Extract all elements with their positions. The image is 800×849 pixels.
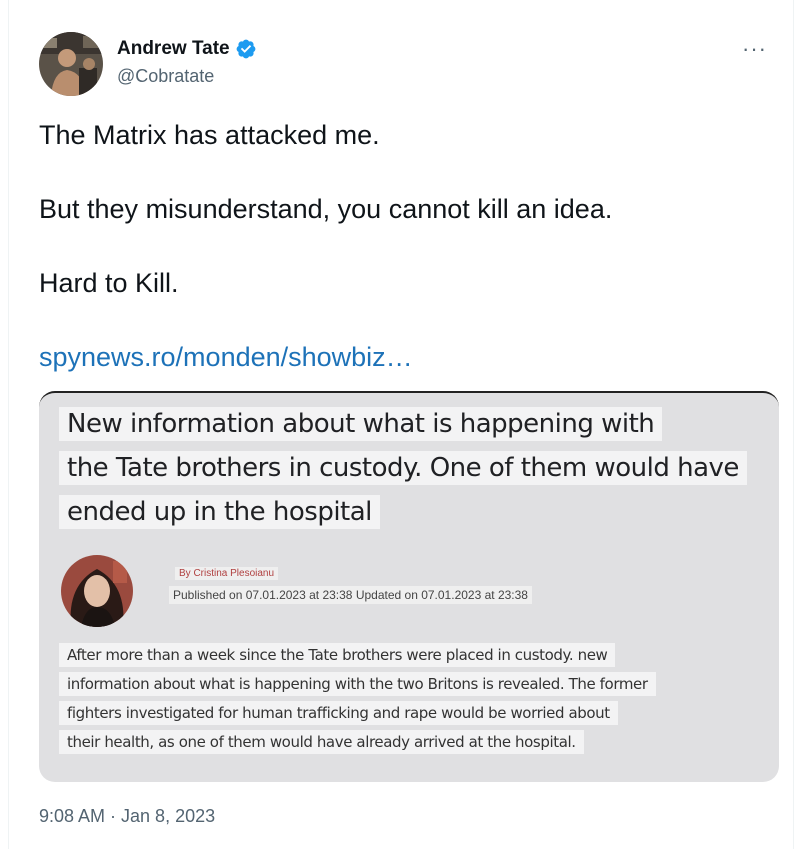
embed-paragraph-line-2: information about what is happening with…: [59, 672, 656, 696]
embed-paragraph-line-3: fighters investigated for human traffick…: [59, 701, 618, 725]
tweet-link[interactable]: spynews.ro/monden/showbiz…: [39, 342, 413, 373]
tweet-text-line-3: Hard to Kill.: [39, 268, 179, 298]
author-name-row[interactable]: Andrew Tate: [117, 38, 257, 60]
tweet-card: Andrew Tate @Cobratate ··· The Matrix ha…: [8, 0, 794, 849]
author-avatar[interactable]: [39, 32, 103, 96]
embed-headline-line-2: the Tate brothers in custody. One of the…: [59, 451, 747, 485]
article-byline: By Cristina Plesoianu: [175, 567, 279, 580]
tweet-text-line-1: The Matrix has attacked me.: [39, 120, 380, 150]
link-preview-image[interactable]: New information about what is happening …: [39, 391, 779, 782]
verified-badge-icon: [236, 39, 256, 59]
author-name[interactable]: Andrew Tate: [117, 38, 230, 60]
article-publish-info: Published on 07.01.2023 at 23:38 Updated…: [169, 586, 532, 604]
tweet-timestamp[interactable]: 9:08 AM · Jan 8, 2023: [39, 806, 215, 827]
author-handle[interactable]: @Cobratate: [117, 66, 214, 87]
tweet-text-line-2: But they misunderstand, you cannot kill …: [39, 194, 613, 224]
more-options-icon[interactable]: ···: [742, 36, 767, 62]
embed-paragraph-line-1: After more than a week since the Tate br…: [59, 643, 616, 667]
embed-headline-line-1: New information about what is happening …: [59, 407, 663, 441]
embed-headline-line-3: ended up in the hospital: [59, 495, 380, 529]
article-author-avatar: [61, 555, 133, 627]
embed-paragraph-line-4: their health, as one of them would have …: [59, 730, 584, 754]
